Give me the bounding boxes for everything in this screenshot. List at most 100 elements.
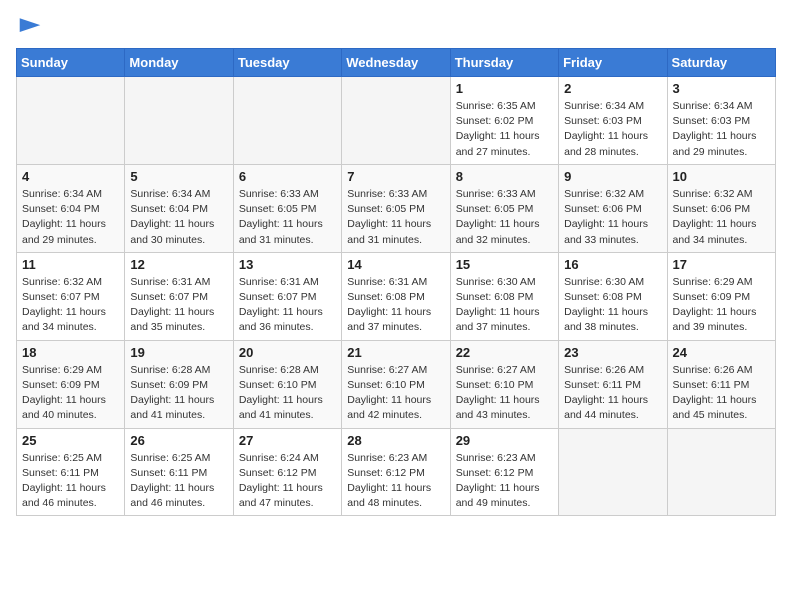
calendar-table: SundayMondayTuesdayWednesdayThursdayFrid…	[16, 48, 776, 516]
day-number: 3	[673, 81, 770, 96]
logo	[16, 16, 50, 36]
calendar-cell: 19 Sunrise: 6:28 AM Sunset: 6:09 PM Dayli…	[125, 340, 233, 428]
day-number: 15	[456, 257, 553, 272]
day-number: 28	[347, 433, 444, 448]
day-number: 26	[130, 433, 227, 448]
calendar-cell: 14 Sunrise: 6:31 AM Sunset: 6:08 PM Dayli…	[342, 252, 450, 340]
day-info: Sunrise: 6:32 AM Sunset: 6:07 PM Dayligh…	[22, 275, 119, 336]
calendar-cell: 27 Sunrise: 6:24 AM Sunset: 6:12 PM Dayli…	[233, 428, 341, 516]
day-info: Sunrise: 6:31 AM Sunset: 6:07 PM Dayligh…	[130, 275, 227, 336]
day-number: 16	[564, 257, 661, 272]
day-info: Sunrise: 6:35 AM Sunset: 6:02 PM Dayligh…	[456, 99, 553, 160]
day-info: Sunrise: 6:30 AM Sunset: 6:08 PM Dayligh…	[456, 275, 553, 336]
day-info: Sunrise: 6:27 AM Sunset: 6:10 PM Dayligh…	[347, 363, 444, 424]
calendar-cell	[125, 77, 233, 165]
calendar-cell: 7Sunrise: 6:33 AM Sunset: 6:05 PM Daylig…	[342, 164, 450, 252]
calendar-cell: 23 Sunrise: 6:26 AM Sunset: 6:11 PM Dayli…	[559, 340, 667, 428]
calendar-cell: 9 Sunrise: 6:32 AM Sunset: 6:06 PM Daylig…	[559, 164, 667, 252]
calendar-cell: 26Sunrise: 6:25 AM Sunset: 6:11 PM Dayli…	[125, 428, 233, 516]
day-info: Sunrise: 6:32 AM Sunset: 6:06 PM Dayligh…	[673, 187, 770, 248]
calendar-cell: 22 Sunrise: 6:27 AM Sunset: 6:10 PM Dayli…	[450, 340, 558, 428]
day-info: Sunrise: 6:31 AM Sunset: 6:07 PM Dayligh…	[239, 275, 336, 336]
day-info: Sunrise: 6:28 AM Sunset: 6:10 PM Dayligh…	[239, 363, 336, 424]
calendar-header-sunday: Sunday	[17, 49, 125, 77]
day-info: Sunrise: 6:28 AM Sunset: 6:09 PM Dayligh…	[130, 363, 227, 424]
day-info: Sunrise: 6:26 AM Sunset: 6:11 PM Dayligh…	[564, 363, 661, 424]
calendar-week-row: 4 Sunrise: 6:34 AM Sunset: 6:04 PM Daylig…	[17, 164, 776, 252]
calendar-week-row: 1 Sunrise: 6:35 AM Sunset: 6:02 PM Daylig…	[17, 77, 776, 165]
day-number: 6	[239, 169, 336, 184]
day-number: 25	[22, 433, 119, 448]
day-info: Sunrise: 6:33 AM Sunset: 6:05 PM Dayligh…	[347, 187, 444, 248]
calendar-header-tuesday: Tuesday	[233, 49, 341, 77]
calendar-cell: 17 Sunrise: 6:29 AM Sunset: 6:09 PM Dayli…	[667, 252, 775, 340]
calendar-cell: 8Sunrise: 6:33 AM Sunset: 6:05 PM Daylig…	[450, 164, 558, 252]
calendar-cell: 20 Sunrise: 6:28 AM Sunset: 6:10 PM Dayli…	[233, 340, 341, 428]
calendar-cell: 29 Sunrise: 6:23 AM Sunset: 6:12 PM Dayli…	[450, 428, 558, 516]
calendar-cell: 10 Sunrise: 6:32 AM Sunset: 6:06 PM Dayli…	[667, 164, 775, 252]
calendar-cell: 6Sunrise: 6:33 AM Sunset: 6:05 PM Daylig…	[233, 164, 341, 252]
day-info: Sunrise: 6:34 AM Sunset: 6:04 PM Dayligh…	[22, 187, 119, 248]
day-number: 2	[564, 81, 661, 96]
page-header	[16, 16, 776, 36]
calendar-cell	[559, 428, 667, 516]
calendar-week-row: 25 Sunrise: 6:25 AM Sunset: 6:11 PM Dayli…	[17, 428, 776, 516]
day-number: 29	[456, 433, 553, 448]
calendar-header-monday: Monday	[125, 49, 233, 77]
calendar-cell: 4 Sunrise: 6:34 AM Sunset: 6:04 PM Daylig…	[17, 164, 125, 252]
day-info: Sunrise: 6:30 AM Sunset: 6:08 PM Dayligh…	[564, 275, 661, 336]
day-number: 24	[673, 345, 770, 360]
day-number: 18	[22, 345, 119, 360]
calendar-cell: 24 Sunrise: 6:26 AM Sunset: 6:11 PM Dayli…	[667, 340, 775, 428]
calendar-header-saturday: Saturday	[667, 49, 775, 77]
day-info: Sunrise: 6:32 AM Sunset: 6:06 PM Dayligh…	[564, 187, 661, 248]
calendar-cell: 25 Sunrise: 6:25 AM Sunset: 6:11 PM Dayli…	[17, 428, 125, 516]
calendar-cell: 11 Sunrise: 6:32 AM Sunset: 6:07 PM Dayli…	[17, 252, 125, 340]
day-number: 27	[239, 433, 336, 448]
calendar-cell: 2Sunrise: 6:34 AM Sunset: 6:03 PM Daylig…	[559, 77, 667, 165]
calendar-cell	[17, 77, 125, 165]
day-info: Sunrise: 6:29 AM Sunset: 6:09 PM Dayligh…	[22, 363, 119, 424]
calendar-cell	[342, 77, 450, 165]
day-info: Sunrise: 6:25 AM Sunset: 6:11 PM Dayligh…	[22, 451, 119, 512]
day-info: Sunrise: 6:26 AM Sunset: 6:11 PM Dayligh…	[673, 363, 770, 424]
day-number: 4	[22, 169, 119, 184]
day-info: Sunrise: 6:24 AM Sunset: 6:12 PM Dayligh…	[239, 451, 336, 512]
calendar-header-friday: Friday	[559, 49, 667, 77]
calendar-cell	[667, 428, 775, 516]
day-info: Sunrise: 6:34 AM Sunset: 6:03 PM Dayligh…	[673, 99, 770, 160]
calendar-cell: 5 Sunrise: 6:34 AM Sunset: 6:04 PM Daylig…	[125, 164, 233, 252]
calendar-cell: 18 Sunrise: 6:29 AM Sunset: 6:09 PM Dayli…	[17, 340, 125, 428]
day-number: 23	[564, 345, 661, 360]
day-number: 1	[456, 81, 553, 96]
day-number: 10	[673, 169, 770, 184]
day-info: Sunrise: 6:31 AM Sunset: 6:08 PM Dayligh…	[347, 275, 444, 336]
calendar-cell: 21 Sunrise: 6:27 AM Sunset: 6:10 PM Dayli…	[342, 340, 450, 428]
day-info: Sunrise: 6:34 AM Sunset: 6:04 PM Dayligh…	[130, 187, 227, 248]
calendar-cell: 13 Sunrise: 6:31 AM Sunset: 6:07 PM Dayli…	[233, 252, 341, 340]
day-number: 17	[673, 257, 770, 272]
day-number: 19	[130, 345, 227, 360]
day-number: 8	[456, 169, 553, 184]
calendar-cell: 15 Sunrise: 6:30 AM Sunset: 6:08 PM Dayli…	[450, 252, 558, 340]
day-number: 14	[347, 257, 444, 272]
day-info: Sunrise: 6:27 AM Sunset: 6:10 PM Dayligh…	[456, 363, 553, 424]
day-number: 5	[130, 169, 227, 184]
day-number: 20	[239, 345, 336, 360]
day-info: Sunrise: 6:23 AM Sunset: 6:12 PM Dayligh…	[456, 451, 553, 512]
calendar-header-thursday: Thursday	[450, 49, 558, 77]
calendar-cell: 3 Sunrise: 6:34 AM Sunset: 6:03 PM Daylig…	[667, 77, 775, 165]
calendar-header-row: SundayMondayTuesdayWednesdayThursdayFrid…	[17, 49, 776, 77]
calendar-cell	[233, 77, 341, 165]
day-info: Sunrise: 6:23 AM Sunset: 6:12 PM Dayligh…	[347, 451, 444, 512]
calendar-cell: 12Sunrise: 6:31 AM Sunset: 6:07 PM Dayli…	[125, 252, 233, 340]
day-number: 22	[456, 345, 553, 360]
day-info: Sunrise: 6:29 AM Sunset: 6:09 PM Dayligh…	[673, 275, 770, 336]
day-number: 13	[239, 257, 336, 272]
day-number: 9	[564, 169, 661, 184]
calendar-week-row: 18 Sunrise: 6:29 AM Sunset: 6:09 PM Dayli…	[17, 340, 776, 428]
day-number: 11	[22, 257, 119, 272]
day-number: 21	[347, 345, 444, 360]
calendar-cell: 1 Sunrise: 6:35 AM Sunset: 6:02 PM Daylig…	[450, 77, 558, 165]
calendar-cell: 16 Sunrise: 6:30 AM Sunset: 6:08 PM Dayli…	[559, 252, 667, 340]
